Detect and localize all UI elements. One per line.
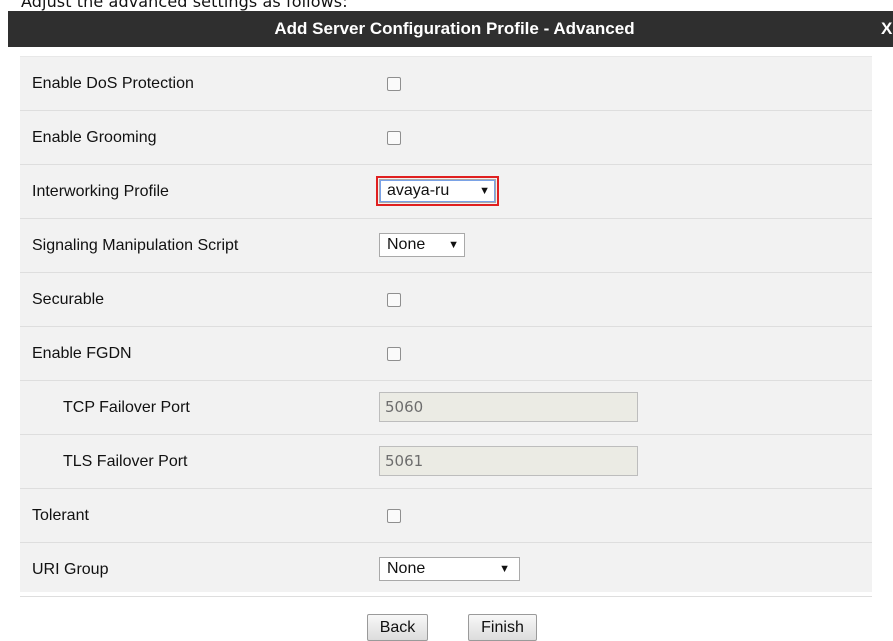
tcp-failover-port-label: TCP Failover Port [63,399,190,416]
close-button[interactable]: X [881,11,893,47]
advanced-settings-panel: Enable DoS Protection Enable Grooming In… [20,56,872,597]
tls-failover-port-label: TLS Failover Port [63,453,188,470]
dialog-title-text: Add Server Configuration Profile - Advan… [274,19,635,38]
securable-label: Securable [32,291,105,308]
finish-button[interactable]: Finish [468,614,537,641]
fgdn-label: Enable FGDN [32,345,132,362]
grooming-label: Enable Grooming [32,129,157,146]
tolerant-checkbox[interactable] [387,509,401,523]
row-tls-failover-port: TLS Failover Port 5061 [20,435,872,489]
row-fgdn: Enable FGDN [20,327,872,381]
row-interworking-profile: Interworking Profile avaya-ru ▼ [20,165,872,219]
chevron-down-icon: ▼ [448,239,459,251]
fgdn-checkbox[interactable] [387,347,401,361]
tolerant-label: Tolerant [32,507,89,524]
signaling-script-value: None [387,236,426,253]
dos-protection-label: Enable DoS Protection [32,75,194,92]
row-grooming: Enable Grooming [20,111,872,165]
chevron-down-icon: ▼ [479,185,490,197]
dos-protection-checkbox[interactable] [387,77,401,91]
signaling-script-select[interactable]: None ▼ [379,233,465,257]
dialog-title: Add Server Configuration Profile - Advan… [8,11,893,47]
tls-failover-port-input[interactable]: 5061 [379,446,638,476]
back-button[interactable]: Back [367,614,428,641]
uri-group-select[interactable]: None ▼ [379,557,520,581]
interworking-profile-value: avaya-ru [387,182,450,199]
instruction-text: Adjust the advanced settings as follows: [21,0,348,11]
dialog-title-bar: Add Server Configuration Profile - Advan… [8,11,893,47]
interworking-profile-select[interactable]: avaya-ru ▼ [376,176,499,206]
row-dos-protection: Enable DoS Protection [20,57,872,111]
row-uri-group: URI Group None ▼ [20,543,872,597]
chevron-down-icon: ▼ [499,563,510,575]
row-tcp-failover-port: TCP Failover Port 5060 [20,381,872,435]
securable-checkbox[interactable] [387,293,401,307]
tcp-failover-port-input[interactable]: 5060 [379,392,638,422]
row-securable: Securable [20,273,872,327]
uri-group-label: URI Group [32,561,109,578]
signaling-script-label: Signaling Manipulation Script [32,237,239,254]
row-tolerant: Tolerant [20,489,872,543]
row-signaling-script: Signaling Manipulation Script None ▼ [20,219,872,273]
interworking-profile-label: Interworking Profile [32,183,169,200]
uri-group-value: None [387,560,426,577]
grooming-checkbox[interactable] [387,131,401,145]
